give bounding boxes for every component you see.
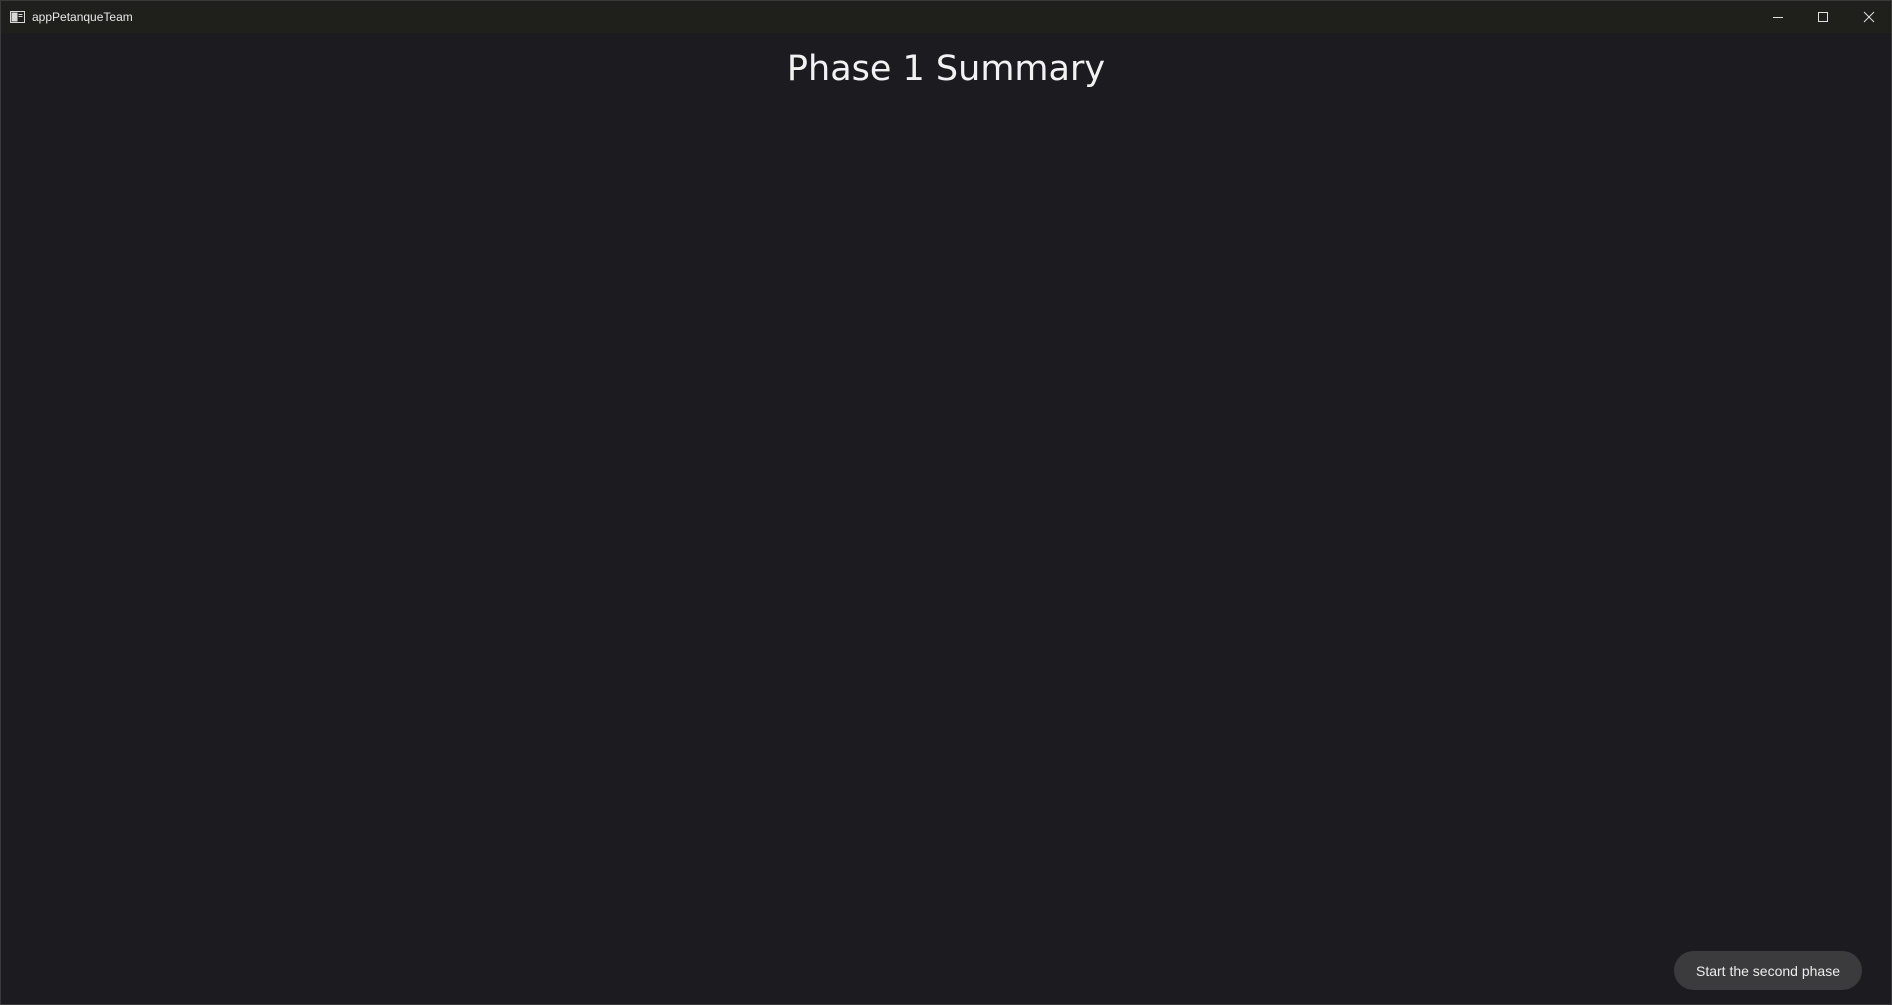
minimize-icon: [1772, 11, 1784, 23]
maximize-icon: [1817, 11, 1829, 23]
minimize-button[interactable]: [1755, 1, 1801, 33]
maximize-button[interactable]: [1800, 1, 1846, 33]
main-content: Phase 1 Summary Start the second phase: [1, 33, 1891, 1005]
page-title: Phase 1 Summary: [786, 49, 1106, 89]
window-title: appPetanqueTeam: [32, 10, 133, 24]
app-window: appPetanqueTeam Phase 1 Summary Start th…: [0, 0, 1892, 1005]
close-icon: [1863, 11, 1875, 23]
app-window-icon: [10, 10, 25, 23]
close-button[interactable]: [1846, 1, 1892, 33]
title-bar[interactable]: appPetanqueTeam: [1, 1, 1891, 33]
start-second-phase-button[interactable]: Start the second phase: [1674, 951, 1862, 990]
